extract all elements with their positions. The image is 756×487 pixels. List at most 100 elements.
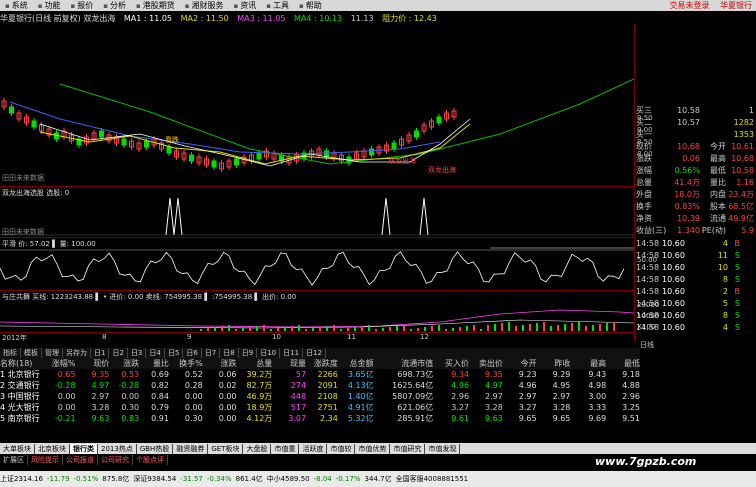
volume-bar: [382, 328, 384, 331]
menu-service[interactable]: 湘财服务: [180, 0, 229, 11]
template-tab[interactable]: 指标: [0, 348, 21, 358]
template-tab[interactable]: 日3: [128, 348, 147, 358]
extension-tab[interactable]: 公司研究: [98, 455, 133, 465]
menu-quote[interactable]: 报价: [66, 0, 99, 11]
volume-bar: [214, 327, 216, 331]
template-tab[interactable]: 日10: [257, 348, 281, 358]
sector-tab[interactable]: 银行类: [70, 443, 98, 454]
column-header[interactable]: 名称(18): [0, 358, 46, 369]
column-header[interactable]: 换手%: [169, 358, 203, 369]
sector-tab[interactable]: 市值研究: [390, 443, 426, 454]
quote-row: 涨幅 0.56% 最低 10.58: [636, 165, 754, 175]
volume-bar: [277, 328, 279, 331]
menu-function[interactable]: 功能: [33, 0, 66, 11]
extension-tab[interactable]: 风险提示: [28, 455, 63, 465]
oscillator-panel[interactable]: [0, 246, 634, 290]
sector-tab[interactable]: 活跃度: [299, 443, 328, 454]
menu-bar: 系统 功能 报价 分析 港股期货 湘财服务 资讯 工具 帮助 交易未登录 华夏银…: [0, 0, 756, 11]
period-label[interactable]: 日线: [640, 340, 654, 350]
candle-body: [414, 130, 419, 138]
sector-tab[interactable]: 大盘股: [243, 443, 272, 454]
volume-bar: [480, 329, 482, 331]
extension-tab[interactable]: 公司报道: [63, 455, 98, 465]
column-header[interactable]: 今开: [503, 358, 537, 369]
chart-right-border: [634, 24, 635, 342]
kline-chart[interactable]: [0, 24, 634, 186]
sector-tab[interactable]: 2013热点: [98, 443, 137, 454]
column-header[interactable]: 总金额: [338, 358, 374, 369]
column-header[interactable]: 买入价: [433, 358, 469, 369]
column-header[interactable]: 涨跌: [109, 358, 139, 369]
table-row[interactable]: 3 中国银行 0.00 2.97 0.00 0.84 0.00 0.00 46.9万 448 21…: [0, 391, 640, 402]
sector-tab[interactable]: 市值发现: [425, 443, 461, 454]
template-tab[interactable]: 日4: [146, 348, 165, 358]
column-header[interactable]: 量比: [139, 358, 169, 369]
template-tab[interactable]: 日9: [239, 348, 258, 358]
template-tab[interactable]: 日6: [183, 348, 202, 358]
column-header[interactable]: 卖出价: [469, 358, 503, 369]
volume-panel[interactable]: [0, 300, 634, 332]
template-tab[interactable]: 日12: [303, 348, 326, 358]
column-header[interactable]: 涨幅%: [46, 358, 76, 369]
table-row[interactable]: 2 交通银行 -0.28 4.97 -0.28 0.82 0.28 0.02 82.7万 274…: [0, 380, 640, 391]
tick-row: 14:58 10.60 4 S: [636, 322, 740, 332]
column-header[interactable]: 最低: [606, 358, 640, 369]
ma-blue-line: [9, 101, 441, 155]
sector-tab[interactable]: 市值较: [327, 443, 356, 454]
template-tab[interactable]: 日1: [91, 348, 110, 358]
menu-news[interactable]: 资讯: [229, 0, 262, 11]
column-header[interactable]: 昨收: [537, 358, 570, 369]
time-axis: 2012年 8 9 10 11 12: [2, 333, 636, 342]
volume-bar: [256, 326, 258, 331]
template-tab[interactable]: 模板: [21, 348, 42, 358]
sector-tab[interactable]: 融资融券: [173, 443, 209, 454]
volume-bar: [613, 322, 615, 331]
sector-tab[interactable]: 市值优势: [355, 443, 391, 454]
table-row[interactable]: 5 南京银行 -0.21 9.63 0.83 0.91 0.30 0.00 4.12万 3.07…: [0, 413, 640, 424]
column-header[interactable]: 现价: [76, 358, 109, 369]
candle-body: [144, 140, 149, 148]
volume-bar: [571, 323, 573, 331]
signal-label-1: 看跌: [165, 136, 179, 144]
volume-bar: [361, 326, 363, 331]
extension-tab[interactable]: 个股点评: [133, 455, 168, 465]
quote-row: 买一 1353: [636, 129, 754, 139]
quote-row: 收益(三) 1.340 PE(动) 5.9: [636, 225, 754, 235]
sector-tab[interactable]: GBH热股: [137, 443, 174, 454]
template-tab[interactable]: 另存为: [63, 348, 91, 358]
menu-system[interactable]: 系统: [0, 0, 33, 11]
extension-tab[interactable]: 扩展区: [0, 455, 28, 465]
ma-header: 华夏银行(日线 前复权) 双龙出海 MA1 : 11.05 MA2 : 11.5…: [0, 13, 443, 24]
column-header[interactable]: 总量: [237, 358, 272, 369]
column-header[interactable]: 涨跌: [203, 358, 237, 369]
stock-name-link[interactable]: 华夏银行: [720, 1, 752, 10]
sector-tab[interactable]: 市值重: [271, 443, 300, 454]
template-tab[interactable]: 管理: [42, 348, 63, 358]
template-tab[interactable]: 日7: [202, 348, 221, 358]
column-header[interactable]: 最高: [570, 358, 606, 369]
column-header[interactable]: 现量: [272, 358, 306, 369]
trade-login-link[interactable]: 交易未登录: [669, 1, 709, 10]
volume-bar: [494, 324, 496, 331]
column-header[interactable]: 流通市值: [374, 358, 433, 369]
stock-list-table: 指标 模板 管理 另存为 日1 日2 日3 日4 日5 日6 日7 日8 日9 日10 日11 日12 名称(…: [0, 348, 640, 424]
template-tab[interactable]: 日8: [220, 348, 239, 358]
tick-row: 14:58 10.60 4 B: [636, 238, 740, 248]
table-row[interactable]: 1 北京银行 0.65 9.35 0.53 0.69 0.52 0.06 39.2万 57 226…: [0, 369, 640, 380]
volume-bar: [291, 326, 293, 331]
table-row[interactable]: 4 光大银行 0.00 3.28 0.30 0.79 0.00 0.00 18.9万 517 27…: [0, 402, 640, 413]
ma3-value: MA3 : 11.05: [237, 14, 286, 23]
template-tab[interactable]: 日11: [280, 348, 304, 358]
sector-tab[interactable]: 北京板块: [35, 443, 70, 454]
sector-tab[interactable]: GET板块: [208, 443, 244, 454]
column-header[interactable]: 涨跌度: [306, 358, 338, 369]
menu-help[interactable]: 帮助: [294, 0, 327, 11]
menu-tools[interactable]: 工具: [261, 0, 294, 11]
template-tab[interactable]: 日2: [109, 348, 128, 358]
template-tab[interactable]: 日5: [165, 348, 184, 358]
menu-analysis[interactable]: 分析: [98, 0, 131, 11]
sector-tab[interactable]: 大单板块: [0, 443, 35, 454]
menu-hk-futures[interactable]: 港股期货: [131, 0, 180, 11]
signal-panel[interactable]: [0, 190, 634, 236]
candle-body: [99, 130, 104, 138]
